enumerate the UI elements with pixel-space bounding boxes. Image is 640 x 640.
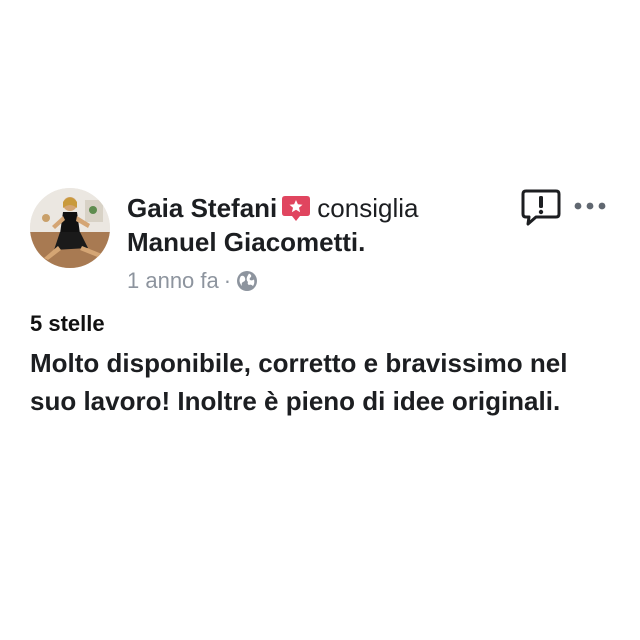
recommended-page-link[interactable]: Manuel Giacometti. <box>127 226 365 258</box>
recommendation-post: Gaia Stefani consiglia Manuel Giacometti.… <box>0 0 640 640</box>
rating-label: 5 stelle <box>30 311 105 336</box>
report-exclamation-icon[interactable] <box>520 188 562 228</box>
avatar[interactable] <box>30 188 110 268</box>
globe-icon <box>236 270 258 292</box>
avatar-photo <box>30 188 110 268</box>
more-options-icon[interactable] <box>572 196 608 216</box>
author-name-link[interactable]: Gaia Stefani <box>127 193 277 223</box>
recommend-star-icon <box>281 195 311 223</box>
review-text: Molto disponibile, corretto e bravissimo… <box>30 348 568 416</box>
meta-separator: · <box>223 268 232 293</box>
timestamp-link[interactable]: 1 anno fa <box>127 268 219 293</box>
post-meta: 1 anno fa · <box>127 266 258 296</box>
recommend-verb: consiglia <box>317 193 419 223</box>
post-header: Gaia Stefani consiglia <box>127 192 418 224</box>
